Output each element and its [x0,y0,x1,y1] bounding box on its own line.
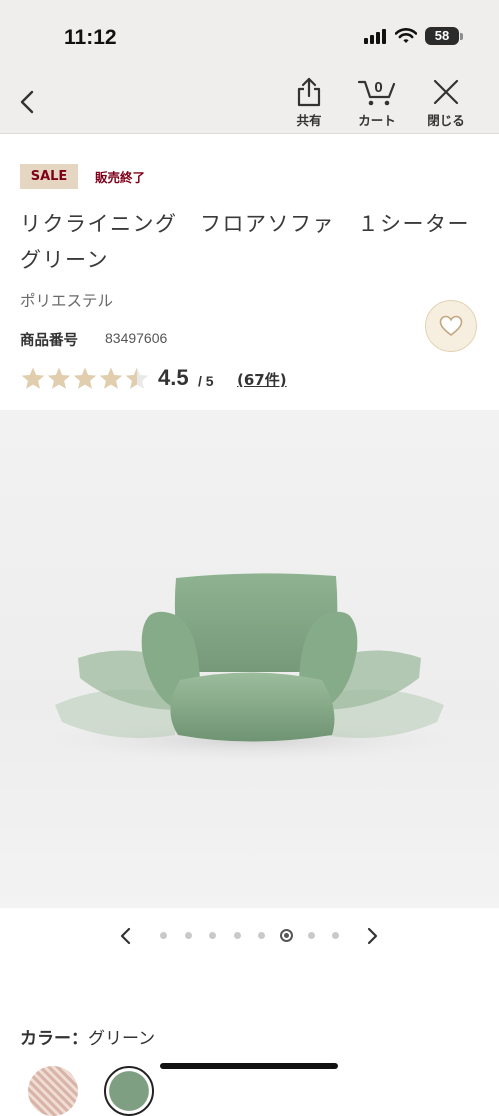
wifi-icon [395,28,417,43]
close-label: 閉じる [427,113,465,128]
color-swatch-green[interactable] [104,1066,154,1116]
status-icons: 58 [363,27,463,45]
product-code: 83497606 [105,330,168,346]
chevron-left-icon [20,90,34,114]
share-label: 共有 [296,113,322,128]
star-icon [125,367,149,389]
star-icon [21,367,45,389]
back-button[interactable] [14,86,42,118]
color-value: グリーン [88,1029,156,1049]
rating-stars [20,366,150,392]
color-swatch-pink[interactable] [28,1066,78,1116]
color-selection: カラー：グリーン [20,1024,155,1049]
carousel-dot[interactable] [307,932,315,939]
close-button[interactable]: 閉じる [418,76,474,129]
cart-icon: 0 [357,79,396,106]
sale-badge: SALE [20,164,78,189]
top-navigation-bar: 共有 0 カート 閉じる [0,66,499,134]
close-icon [433,79,459,105]
status-time: 11:12 [64,26,117,49]
carousel-dot[interactable] [258,932,266,939]
carousel-prev-button[interactable] [115,925,137,947]
product-material: ポリエステル [20,292,114,310]
signal-icon [364,29,386,44]
rating-max: / 5 [198,373,214,389]
carousel-dots [160,929,357,942]
star-icon [47,367,71,389]
carousel-dot-active[interactable] [279,929,293,942]
share-button[interactable]: 共有 [281,76,337,129]
product-code-label: 商品番号 [20,333,78,349]
home-indicator [160,1063,338,1069]
product-image[interactable] [0,410,499,908]
share-icon [297,77,321,107]
carousel-dot[interactable] [184,932,192,939]
product-title: リクライニング フロアソファ １シーター グリーン [20,212,493,272]
image-carousel-controls [0,908,499,968]
carousel-dot[interactable] [209,932,217,939]
battery-indicator: 58 [425,27,463,45]
carousel-dot[interactable] [160,932,167,939]
product-info: SALE 販売終了 リクライニング フロアソファ １シーター グリーン ポリエス… [0,134,499,410]
carousel-dot[interactable] [332,932,340,939]
carousel-dot[interactable] [233,932,241,939]
sale-status: 販売終了 [95,170,146,185]
favorite-button[interactable] [425,300,477,352]
cart-label: カート [358,113,396,128]
review-count-link[interactable]: (67件) [237,369,287,390]
status-bar: 11:12 58 [0,0,499,66]
sofa-illustration [35,573,465,762]
heart-icon [439,315,463,337]
rating-value: 4.5 [158,365,189,390]
star-icon [99,367,123,389]
color-label: カラー： [20,1029,88,1049]
carousel-next-button[interactable] [361,925,383,947]
star-icon [73,367,97,389]
cart-button[interactable]: 0 カート [349,76,405,129]
cart-count: 0 [374,79,382,96]
